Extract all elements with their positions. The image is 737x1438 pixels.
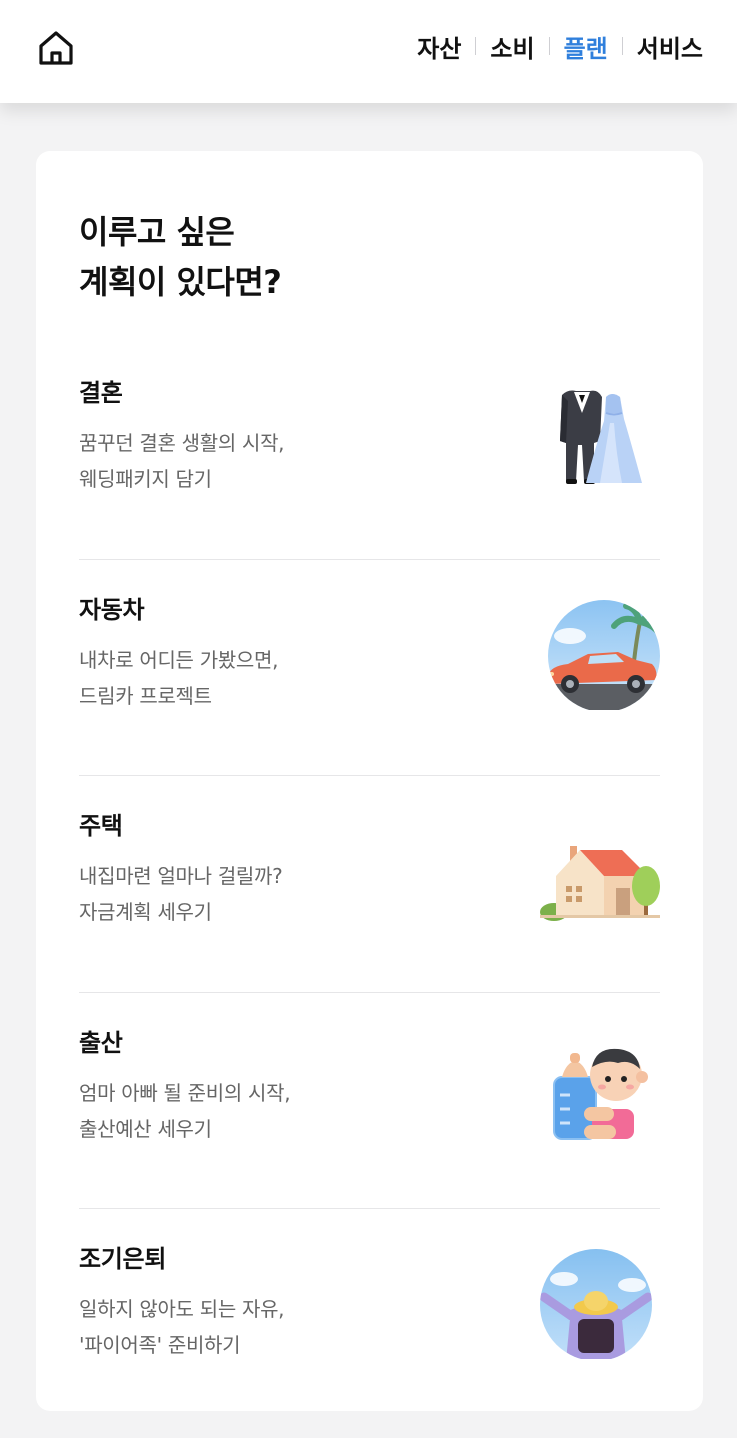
nav-tab-spending[interactable]: 소비 (490, 29, 534, 64)
plan-item-house[interactable]: 주택 내집마련 얼마나 걸릴까? 자금계획 세우기 (79, 776, 660, 993)
plan-title: 결혼 (79, 379, 123, 407)
home-button[interactable] (36, 28, 76, 68)
plan-description: 일하지 않아도 되는 자유, '파이어족' 준비하기 (79, 1297, 285, 1357)
plan-description: 꿈꾸던 결혼 생활의 시작, 웨딩패키지 담기 (79, 431, 285, 491)
plan-description: 엄마 아빠 될 준비의 시작, 출산예산 세우기 (79, 1080, 291, 1141)
plan-list: 결혼 꿈꾸던 결혼 생활의 시작, 웨딩패키지 담기 자동차 내차로 어디든 가… (79, 343, 660, 1426)
nav-tab-plan[interactable]: 플랜 (564, 29, 608, 64)
page-title: 이루고 싶은 계획이 있다면? (79, 207, 282, 307)
page-title-line2: 계획이 있다면? (79, 263, 282, 301)
plan-title: 출산 (79, 1028, 123, 1057)
car-icon (540, 599, 660, 710)
nav-tab-assets[interactable]: 자산 (417, 29, 461, 64)
wedding-icon (540, 383, 660, 493)
top-header: 자산 소비 플랜 서비스 (0, 0, 737, 103)
plan-title: 조기은퇴 (79, 1245, 167, 1273)
plan-title: 주택 (79, 812, 123, 840)
house-icon (540, 816, 660, 926)
plan-description: 내집마련 얼마나 걸릴까? 자금계획 세우기 (79, 864, 283, 924)
home-icon (39, 31, 73, 65)
page-title-line1: 이루고 싶은 (79, 213, 235, 251)
baby-icon (540, 1033, 660, 1143)
plan-item-early-retirement[interactable]: 조기은퇴 일하지 않아도 되는 자유, '파이어족' 준비하기 (79, 1209, 660, 1426)
main-nav: 자산 소비 플랜 서비스 (417, 28, 703, 64)
retirement-icon (540, 1249, 660, 1359)
nav-divider (621, 37, 623, 55)
nav-divider (548, 37, 550, 55)
plan-title: 자동차 (79, 595, 145, 624)
plan-card: 이루고 싶은 계획이 있다면? 결혼 꿈꾸던 결혼 생활의 시작, 웨딩패키지 … (36, 151, 703, 1411)
plan-description: 내차로 어디든 가봤으면, 드림카 프로젝트 (79, 647, 279, 708)
nav-divider (475, 37, 477, 55)
plan-item-wedding[interactable]: 결혼 꿈꾸던 결혼 생활의 시작, 웨딩패키지 담기 (79, 343, 660, 560)
plan-item-baby[interactable]: 출산 엄마 아빠 될 준비의 시작, 출산예산 세우기 (79, 993, 660, 1209)
plan-item-car[interactable]: 자동차 내차로 어디든 가봤으면, 드림카 프로젝트 (79, 560, 660, 776)
nav-tab-services[interactable]: 서비스 (637, 29, 703, 64)
